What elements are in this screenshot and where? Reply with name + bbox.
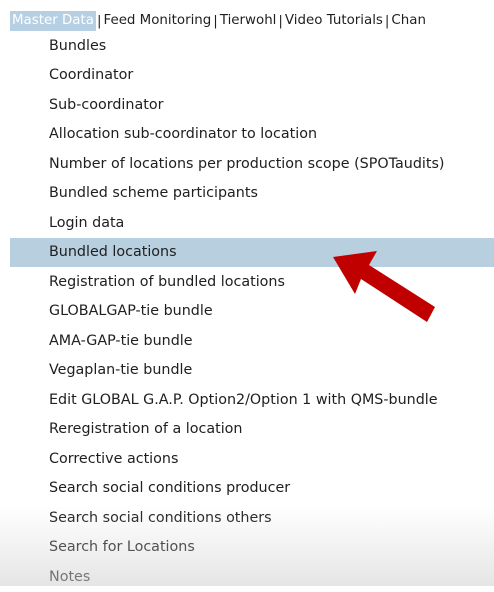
- tab-chan[interactable]: Chan: [390, 11, 427, 31]
- menu-item-login-data[interactable]: Login data: [10, 208, 494, 238]
- menu-item-coordinator[interactable]: Coordinator: [10, 61, 494, 91]
- menu-item-corrective-actions[interactable]: Corrective actions: [10, 444, 494, 474]
- tab-video-tutorials[interactable]: Video Tutorials: [284, 11, 384, 31]
- red-arrow-icon: [333, 251, 435, 322]
- top-navigation: Master Data | Feed Monitoring | Tierwohl…: [10, 11, 427, 31]
- menu-item-ama-gap-tie-bundle[interactable]: AMA-GAP-tie bundle: [10, 326, 494, 356]
- menu-item-allocation-sub-coordinator[interactable]: Allocation sub-coordinator to location: [10, 120, 494, 150]
- menu-item-edit-globalgap-option[interactable]: Edit GLOBAL G.A.P. Option2/Option 1 with…: [10, 385, 494, 415]
- menu-item-search-locations[interactable]: Search for Locations: [10, 533, 494, 563]
- menu-item-vegaplan-tie-bundle[interactable]: Vegaplan-tie bundle: [10, 356, 494, 386]
- menu-item-search-social-others[interactable]: Search social conditions others: [10, 503, 494, 533]
- menu-item-search-social-producer[interactable]: Search social conditions producer: [10, 474, 494, 504]
- menu-item-locations-per-production-scope[interactable]: Number of locations per production scope…: [10, 149, 494, 179]
- menu-item-bundles[interactable]: Bundles: [10, 31, 494, 61]
- menu-item-reregistration-location[interactable]: Reregistration of a location: [10, 415, 494, 445]
- tab-master-data[interactable]: Master Data: [10, 11, 96, 31]
- tab-tierwohl[interactable]: Tierwohl: [219, 11, 278, 31]
- menu-item-bundled-scheme-participants[interactable]: Bundled scheme participants: [10, 179, 494, 209]
- menu-item-notes[interactable]: Notes: [10, 562, 494, 592]
- menu-item-sub-coordinator[interactable]: Sub-coordinator: [10, 90, 494, 120]
- tab-feed-monitoring[interactable]: Feed Monitoring: [102, 11, 212, 31]
